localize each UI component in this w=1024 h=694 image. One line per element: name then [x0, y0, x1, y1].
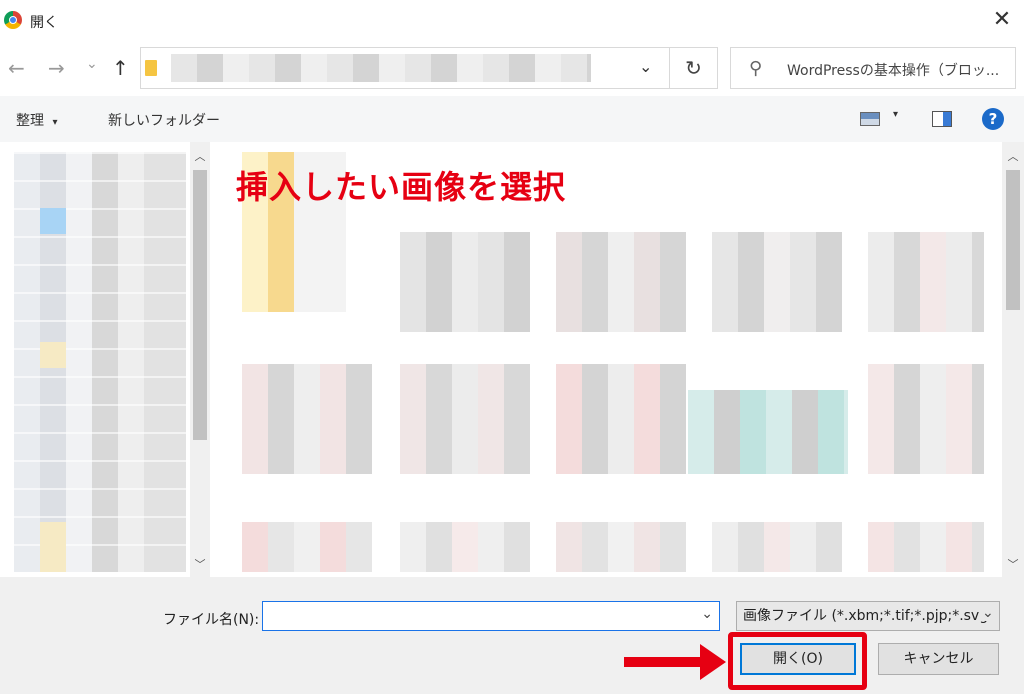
navigation-pane[interactable]	[0, 142, 210, 577]
file-thumbnail-blurred[interactable]	[688, 390, 848, 474]
command-bar: 整理 ▾ 新しいフォルダー ▾	[0, 96, 1024, 142]
organize-button[interactable]: 整理 ▾	[16, 110, 57, 130]
nav-item-icon-blurred	[40, 342, 66, 368]
close-button[interactable]: ✕	[988, 6, 1016, 34]
search-icon: ⚲	[749, 58, 763, 79]
file-thumbnail-blurred[interactable]	[242, 364, 372, 474]
filetype-dropdown-icon[interactable]: ⌄	[980, 605, 996, 621]
file-thumbnail-blurred[interactable]	[400, 364, 530, 474]
scroll-down-icon[interactable]: ﹀	[191, 556, 209, 572]
organize-caret-icon: ▾	[52, 117, 58, 128]
file-thumbnail-blurred[interactable]	[400, 232, 530, 332]
recent-locations-button[interactable]: ⌄	[86, 56, 98, 72]
file-thumbnail-blurred[interactable]	[556, 364, 686, 474]
address-bar[interactable]: ⌄	[140, 47, 670, 89]
file-thumbnail-blurred[interactable]	[556, 522, 686, 572]
annotation-highlight-box	[728, 632, 867, 690]
new-folder-button[interactable]: 新しいフォルダー	[108, 110, 220, 130]
back-button[interactable]: ←	[8, 56, 25, 80]
up-button[interactable]: ↑	[112, 56, 129, 80]
scroll-thumb[interactable]	[193, 170, 207, 440]
help-icon[interactable]: ?	[982, 108, 1004, 130]
file-list-scrollbar[interactable]: ︿ ﹀	[1002, 142, 1024, 577]
cancel-button[interactable]: キャンセル	[878, 643, 999, 675]
filename-dropdown-icon[interactable]: ⌄	[701, 606, 713, 622]
file-thumbnail-blurred[interactable]	[868, 364, 984, 474]
title-bar: 開く ✕	[0, 0, 1024, 40]
chrome-icon	[4, 11, 22, 29]
scroll-thumb[interactable]	[1006, 170, 1020, 310]
organize-label: 整理	[16, 113, 44, 129]
search-box[interactable]: ⚲ WordPressの基本操作（ブロッ...	[730, 47, 1016, 89]
address-path-blurred	[171, 54, 591, 82]
filename-label: ファイル名(N):	[163, 612, 260, 628]
navigation-scrollbar[interactable]: ︿ ﹀	[190, 142, 210, 577]
refresh-button[interactable]: ↻	[670, 47, 718, 89]
file-thumbnail-blurred[interactable]	[712, 232, 842, 332]
filetype-select[interactable]: 画像ファイル (*.xbm;*.tif;*.pjp;*.svg	[736, 601, 1000, 631]
file-thumbnail-blurred[interactable]	[400, 522, 530, 572]
filetype-selected: 画像ファイル (*.xbm;*.tif;*.pjp;*.svg	[743, 608, 989, 624]
annotation-arrow-shaft	[624, 657, 704, 667]
scroll-down-icon[interactable]: ﹀	[1004, 556, 1022, 572]
file-thumbnail-blurred[interactable]	[868, 522, 984, 572]
bottom-panel	[0, 577, 1024, 694]
filename-input[interactable]: ⌄	[262, 601, 720, 631]
file-thumbnail-blurred[interactable]	[556, 232, 686, 332]
file-thumbnail-blurred[interactable]	[242, 522, 372, 572]
address-dropdown-icon[interactable]: ⌄	[639, 57, 652, 76]
view-icon[interactable]	[860, 112, 880, 126]
window-title: 開く	[30, 15, 58, 31]
view-caret-icon[interactable]: ▾	[893, 109, 898, 120]
scroll-up-icon[interactable]: ︿	[191, 148, 209, 164]
nav-item-icon-blurred	[40, 208, 66, 234]
annotation-arrow-icon	[700, 644, 726, 680]
search-input[interactable]: WordPressの基本操作（ブロッ...	[787, 60, 999, 80]
scroll-up-icon[interactable]: ︿	[1004, 148, 1022, 164]
folder-icon	[145, 60, 157, 76]
file-thumbnail-blurred[interactable]	[868, 232, 984, 332]
annotation-caption: 挿入したい画像を選択	[236, 168, 567, 206]
forward-button[interactable]: →	[48, 56, 65, 80]
preview-pane-icon[interactable]	[932, 111, 952, 127]
file-thumbnail-blurred[interactable]	[712, 522, 842, 572]
nav-item-icon-blurred	[40, 522, 66, 572]
